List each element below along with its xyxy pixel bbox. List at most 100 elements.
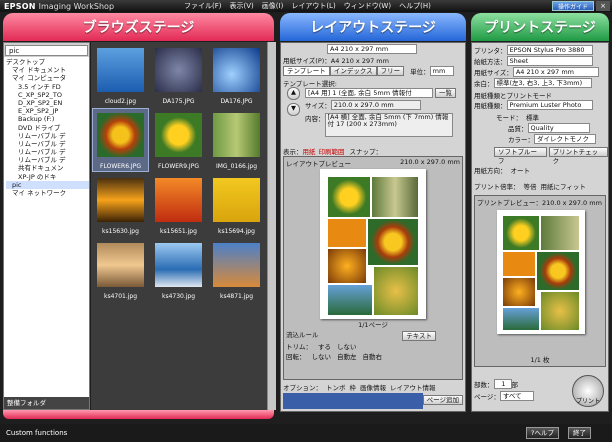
menu-image[interactable]: 画像(I) xyxy=(262,1,284,11)
folder-combo[interactable]: pic xyxy=(5,44,88,56)
unit-select[interactable]: mm xyxy=(429,66,454,76)
tab-free[interactable]: フリー xyxy=(376,66,405,76)
layout-image[interactable] xyxy=(372,177,418,217)
layout-page[interactable] xyxy=(320,169,426,319)
tree-network[interactable]: マイ ネットワーク xyxy=(6,189,89,197)
menu-view[interactable]: 表示(V) xyxy=(230,1,254,11)
option-layout-info[interactable]: レイアウト情報 xyxy=(390,382,436,392)
thumbnail[interactable]: ks15630.jpg xyxy=(93,174,148,236)
scale-actual-radio[interactable]: 等倍 xyxy=(524,181,537,191)
tree-drive-e[interactable]: E_XP_SP2_JP xyxy=(6,107,89,115)
text-button[interactable]: テキスト xyxy=(402,331,436,341)
thumbnail[interactable]: cloud2.jpg xyxy=(93,44,148,106)
close-icon[interactable]: × xyxy=(596,1,610,11)
page-select[interactable]: すべて xyxy=(499,391,534,401)
menu-help[interactable]: ヘルプ(H) xyxy=(399,1,431,11)
tree-my-documents[interactable]: マイ ドキュメント xyxy=(6,66,89,74)
tree-desktop[interactable]: デスクトップ xyxy=(6,58,89,66)
printer-select[interactable]: EPSON Stylus Pro 3880 xyxy=(506,45,593,55)
tree-removable-2[interactable]: リムーバブル デ xyxy=(6,140,89,148)
option-crop-marks[interactable]: トンボ xyxy=(326,382,346,392)
media-select[interactable]: Premium Luster Photo Paper xyxy=(506,100,593,110)
print-page-number: 1/1 枚 xyxy=(530,356,550,364)
mode-standard-radio[interactable]: 標準 xyxy=(526,112,539,122)
thumbnail[interactable]: FLOWER9.JPG xyxy=(151,109,206,171)
thumbnail[interactable]: DA176.JPG xyxy=(209,44,264,106)
trim-on-radio[interactable]: する xyxy=(318,341,331,351)
paper-size-info: 用紙サイズ(P)：A4 210 x 297 mm xyxy=(283,57,389,65)
menu-window[interactable]: ウィンドウ(W) xyxy=(344,1,391,11)
layout-image[interactable] xyxy=(328,219,366,247)
template-select[interactable]: [A4 用] 1 (全面, 余白 5mm 情報付 xyxy=(305,88,433,98)
rotate-none-radio[interactable]: しない xyxy=(312,351,332,361)
orientation-auto-radio[interactable]: オート xyxy=(511,165,531,175)
thumb-image xyxy=(155,48,202,92)
tree-pic[interactable]: pic xyxy=(6,180,89,189)
thumbnail[interactable]: IMG_0166.jpg xyxy=(209,109,264,171)
quality-select[interactable]: Quality xyxy=(527,123,590,133)
add-page-button[interactable]: ページ追加 xyxy=(422,395,463,405)
layout-image[interactable] xyxy=(328,285,372,315)
tree-drive-d[interactable]: D_XP_SP2_EN xyxy=(6,99,89,107)
help-button[interactable]: ?ヘルプ xyxy=(526,427,559,439)
scale-fit-checkbox[interactable]: 用紙にフィット xyxy=(541,181,586,191)
layout-image[interactable] xyxy=(328,249,366,283)
tree-removable-4[interactable]: リムーバブル デ xyxy=(6,156,89,164)
tree-floppy[interactable]: 3.5 インチ FD xyxy=(6,83,89,91)
thumbnail[interactable]: DA175.JPG xyxy=(151,44,206,106)
soft-proof-button[interactable]: ソフトプルーフ xyxy=(494,147,547,165)
tab-template[interactable]: テンプレート xyxy=(283,66,330,76)
flow-rule-label: 流込ルール xyxy=(286,331,319,339)
copies-input[interactable]: 1 xyxy=(493,379,512,389)
tree-xp-docs[interactable]: XP-JP のドキ xyxy=(6,173,89,181)
guide-button[interactable]: 操作ガイド xyxy=(551,1,594,11)
tree-drive-c[interactable]: C_XP_SP2_TO xyxy=(6,91,89,99)
print-button[interactable]: プリント xyxy=(572,375,604,407)
tree-dvd[interactable]: DVD ドライブ xyxy=(6,124,89,132)
paper-select[interactable]: A4 210 x 297 mm xyxy=(327,44,417,54)
thumbnail[interactable]: ks4701.jpg xyxy=(93,239,148,301)
printer-label: プリンタ： xyxy=(474,47,507,55)
paper-size-select[interactable]: A4 210 x 297 mm xyxy=(512,67,599,77)
tree-removable-3[interactable]: リムーバブル デ xyxy=(6,148,89,156)
layout-image[interactable] xyxy=(374,267,418,315)
rotate-right-radio[interactable]: 自動右 xyxy=(363,351,383,361)
thumbnail-selected[interactable]: FLOWER6.JPG xyxy=(92,108,149,172)
list-button[interactable]: 一覧 xyxy=(435,88,456,98)
menu-layout[interactable]: レイアウト(L) xyxy=(291,1,335,11)
browse-stage-tab[interactable]: ブラウズステージ xyxy=(3,13,274,41)
tree-shared-docs[interactable]: 共有ドキュメン xyxy=(6,164,89,172)
menu-file[interactable]: ファイル(F) xyxy=(184,1,222,11)
tree-drive-f[interactable]: Backup (F:) xyxy=(6,115,89,123)
feed-select[interactable]: Sheet xyxy=(506,56,593,66)
tree-my-computer[interactable]: マイ コンピュータ xyxy=(6,74,89,82)
view-paper-option[interactable]: 用紙 xyxy=(303,146,316,156)
trim-off-radio[interactable]: しない xyxy=(337,341,357,351)
thumbnail[interactable]: ks4730.jpg xyxy=(151,239,206,301)
tab-index[interactable]: インデックス xyxy=(329,66,377,76)
thumbnail-scrollbar[interactable] xyxy=(267,42,276,410)
exit-button[interactable]: 終了 xyxy=(568,427,591,439)
layout-stage-tab[interactable]: レイアウトステージ xyxy=(280,13,466,41)
layout-image[interactable] xyxy=(328,177,370,217)
page-label: ページ： xyxy=(474,393,500,401)
print-check-button[interactable]: プリントチェック xyxy=(548,147,608,165)
thumb-image xyxy=(213,48,260,92)
thumbnail[interactable]: ks15694.jpg xyxy=(209,174,264,236)
option-frame[interactable]: 枠 xyxy=(350,382,357,392)
layout-image[interactable] xyxy=(368,219,418,265)
tree-removable-1[interactable]: リムーバブル デ xyxy=(6,132,89,140)
thumbnail[interactable]: ks4871.jpg xyxy=(209,239,264,301)
color-select[interactable]: ダイレクトモノクロ xyxy=(534,134,596,144)
thumbnail[interactable]: ks15651.jpg xyxy=(151,174,206,236)
chevron-up-icon[interactable]: ▲ xyxy=(287,87,300,100)
view-printable-option[interactable]: 印刷範囲 xyxy=(319,146,345,156)
print-stage-tab[interactable]: プリントステージ xyxy=(471,13,609,41)
thumb-caption: ks15651.jpg xyxy=(160,228,197,235)
tree-footer[interactable]: 整備フォルダ xyxy=(4,397,89,409)
margin-select[interactable]: 標準(左3, 右3, 上3, 下3mm) xyxy=(493,78,592,88)
option-image-info[interactable]: 画像情報 xyxy=(360,382,386,392)
rotate-left-radio[interactable]: 自動左 xyxy=(337,351,357,361)
page-strip[interactable] xyxy=(283,393,423,409)
chevron-down-icon[interactable]: ▼ xyxy=(287,103,300,116)
